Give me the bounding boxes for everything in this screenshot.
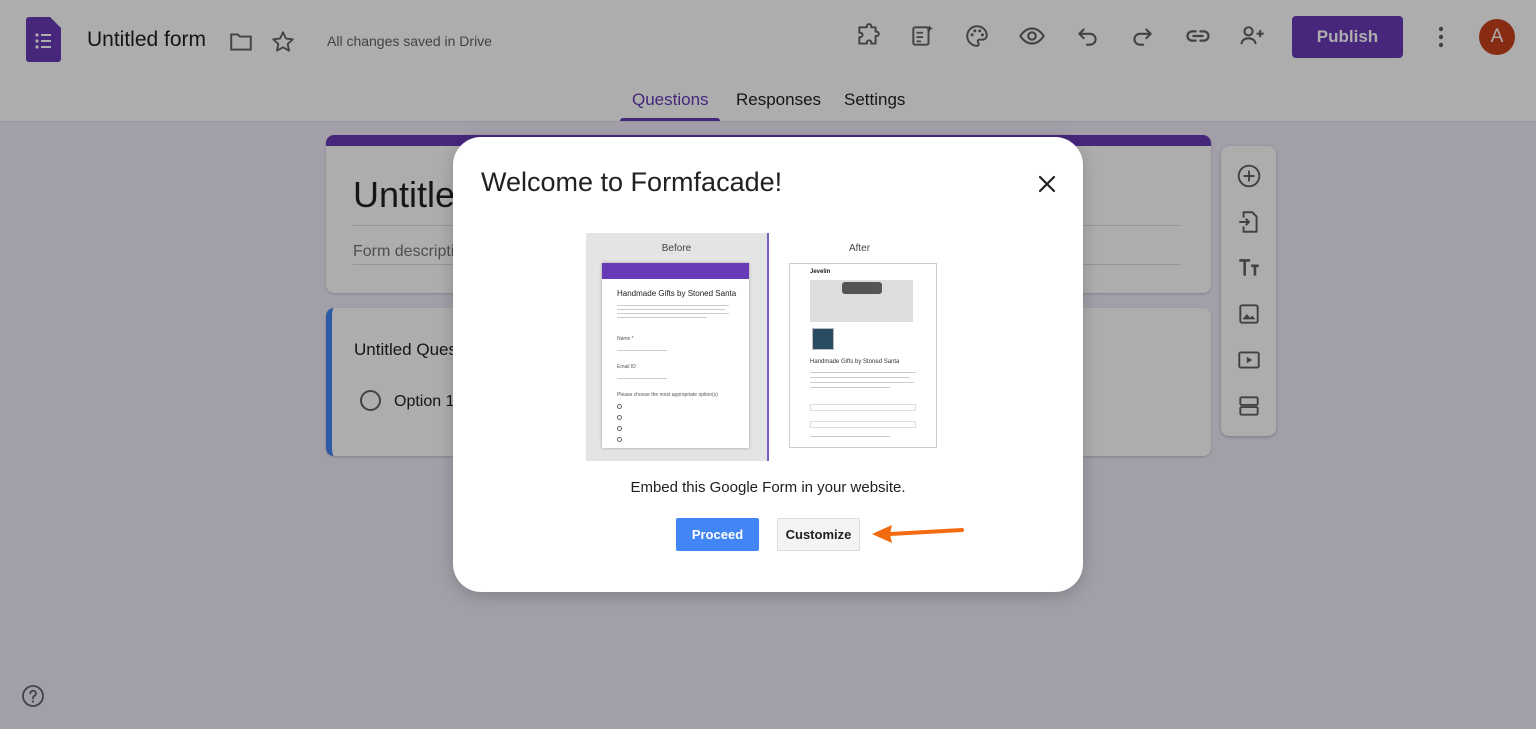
welcome-dialog: Welcome to Formfacade! Before Handmade G…: [453, 137, 1083, 592]
preview-text-line: [810, 387, 890, 388]
proceed-button[interactable]: Proceed: [676, 518, 759, 551]
preview-text-line: [617, 350, 667, 351]
preview-input: [810, 421, 916, 428]
preview-before-label: Before: [661, 243, 692, 254]
preview-hero-detail: [842, 282, 882, 294]
preview-text-line: [810, 382, 914, 383]
preview-website: Jevelin Handmade Gifts by Stoned Santa: [789, 263, 937, 448]
preview-text-line: [810, 436, 890, 437]
preview-text-line: [617, 317, 707, 318]
preview-radio-icon: [617, 415, 622, 420]
preview-input: [810, 404, 916, 411]
preview-radio-icon: [617, 426, 622, 431]
preview-text-line: [617, 378, 667, 379]
before-after-preview-image: Before Handmade Gifts by Stoned Santa Na…: [586, 233, 950, 461]
close-icon[interactable]: [1033, 170, 1061, 198]
preview-site-brand: Jevelin: [810, 269, 831, 275]
dialog-description: Embed this Google Form in your website.: [630, 479, 906, 496]
preview-text-line: [617, 313, 729, 314]
preview-before-panel: Before Handmade Gifts by Stoned Santa Na…: [586, 233, 767, 461]
preview-radio-icon: [617, 437, 622, 442]
preview-thumbnail: [812, 328, 834, 350]
preview-site-form-title: Handmade Gifts by Stoned Santa: [810, 359, 900, 365]
preview-google-form: Handmade Gifts by Stoned Santa Name * Em…: [602, 263, 749, 448]
preview-radio-icon: [617, 404, 622, 409]
preview-text-line: [617, 305, 729, 306]
preview-after-label: After: [848, 243, 871, 254]
preview-name-label: Name *: [617, 336, 634, 342]
pointer-arrow-icon: [872, 525, 964, 543]
preview-hero-image: [810, 280, 913, 322]
preview-choice-label: Please choose the most appropriate optio…: [617, 392, 718, 398]
customize-button[interactable]: Customize: [777, 518, 860, 551]
dialog-title: Welcome to Formfacade!: [481, 167, 783, 197]
preview-after-panel: After Jevelin Handmade Gifts by Stoned S…: [769, 233, 950, 461]
preview-text-line: [810, 372, 916, 373]
preview-text-line: [810, 377, 910, 378]
preview-email-label: Email ID: [617, 364, 636, 370]
preview-form-title: Handmade Gifts by Stoned Santa: [617, 289, 737, 298]
preview-text-line: [617, 309, 725, 310]
